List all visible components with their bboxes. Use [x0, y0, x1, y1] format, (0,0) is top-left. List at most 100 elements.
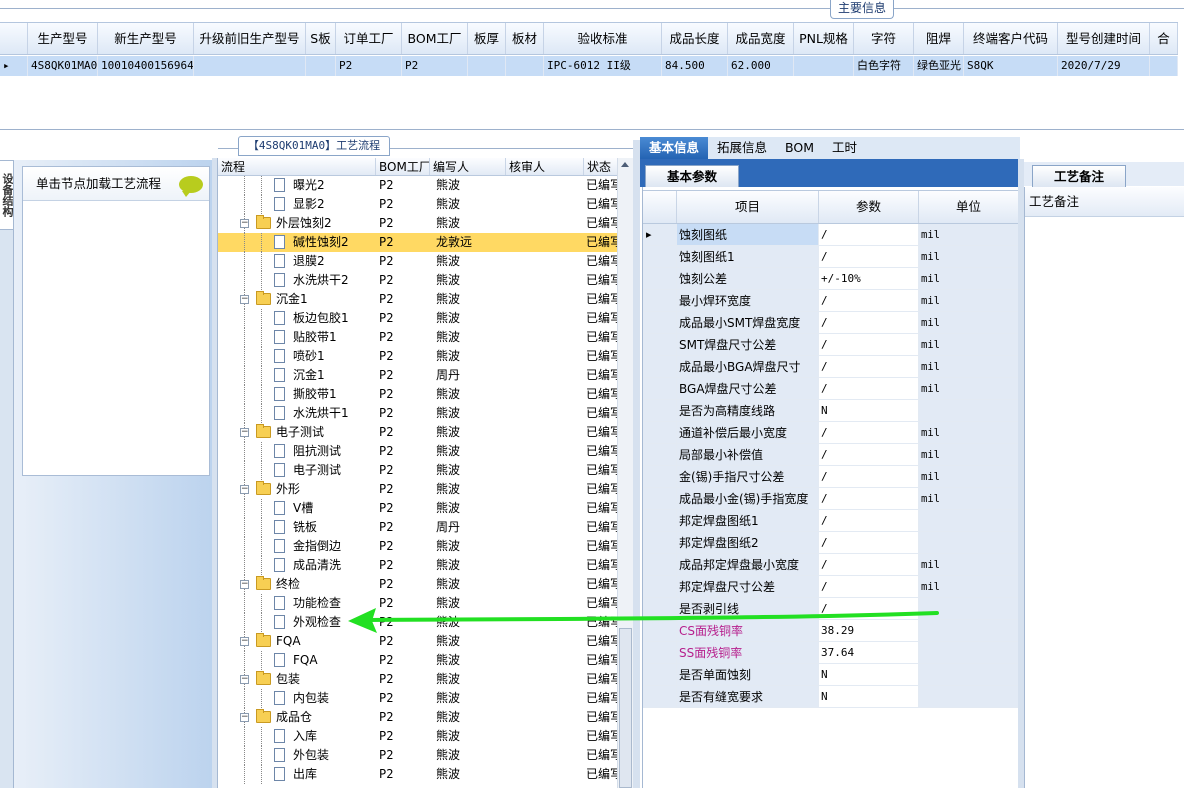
main-cell[interactable]	[306, 56, 336, 76]
tab-process-notes[interactable]: 工艺备注	[1032, 165, 1126, 187]
param-row[interactable]: 成品最小BGA焊盘尺寸 / mil	[643, 356, 1019, 378]
param-value[interactable]: /	[819, 422, 919, 444]
tree-row[interactable]: 撕胶带1 P2 熊波 已编写	[218, 385, 618, 404]
main-col-header[interactable]: 升级前旧生产型号	[194, 23, 306, 54]
main-col-header[interactable]: 订单工厂	[336, 23, 402, 54]
tab-main-info[interactable]: 主要信息	[830, 0, 894, 19]
main-cell[interactable]: 绿色亚光	[914, 56, 964, 76]
tree-row[interactable]: 外包装 P2 熊波 已编写	[218, 746, 618, 765]
param-value[interactable]: /	[819, 466, 919, 488]
param-value[interactable]: /	[819, 334, 919, 356]
tree-node[interactable]: FQA	[218, 651, 376, 670]
main-cell[interactable]: 84.500	[662, 56, 728, 76]
main-cell[interactable]: P2	[336, 56, 402, 76]
hint-header[interactable]: 单击节点加载工艺流程	[23, 167, 209, 201]
main-cell[interactable]: 4S8QK01MA0	[28, 56, 98, 76]
splitter-middle[interactable]	[633, 140, 640, 788]
param-value[interactable]: /	[819, 488, 919, 510]
tree-node[interactable]: 退膜2	[218, 252, 376, 271]
tree-node[interactable]: − 电子测试	[218, 423, 376, 442]
main-cell[interactable]: IPC-6012 II级	[544, 56, 662, 76]
tree-node[interactable]: 喷砂1	[218, 347, 376, 366]
param-value[interactable]: /	[819, 378, 919, 400]
collapse-icon[interactable]: −	[240, 428, 249, 437]
collapse-icon[interactable]: −	[240, 485, 249, 494]
param-row[interactable]: 是否剥引线 /	[643, 598, 1019, 620]
main-col-header[interactable]: BOM工厂	[402, 23, 468, 54]
tree-node[interactable]: 撕胶带1	[218, 385, 376, 404]
tree-row[interactable]: 板边包胶1 P2 熊波 已编写	[218, 309, 618, 328]
tree-row[interactable]: 金指倒边 P2 熊波 已编写	[218, 537, 618, 556]
tree-row[interactable]: − 包装 P2 熊波 已编写	[218, 670, 618, 689]
tree-row[interactable]: 阻抗测试 P2 熊波 已编写	[218, 442, 618, 461]
tree-node[interactable]: − 成品仓	[218, 708, 376, 727]
tree-node[interactable]: − 沉金1	[218, 290, 376, 309]
param-value[interactable]: /	[819, 444, 919, 466]
tree-row[interactable]: 出库 P2 熊波 已编写	[218, 765, 618, 784]
main-col-header[interactable]	[0, 23, 28, 54]
tree-row[interactable]: FQA P2 熊波 已编写	[218, 651, 618, 670]
tree-col-header[interactable]: 流程	[218, 158, 376, 175]
collapse-icon[interactable]: −	[240, 713, 249, 722]
params-col-header[interactable]: 单位	[919, 191, 1019, 223]
detail-tab[interactable]: 拓展信息	[708, 137, 776, 159]
main-cell[interactable]: P2	[402, 56, 468, 76]
main-col-header[interactable]: PNL规格	[794, 23, 854, 54]
tree-node[interactable]: − 包装	[218, 670, 376, 689]
param-row[interactable]: 蚀刻公差 +/-10% mil	[643, 268, 1019, 290]
param-value[interactable]: N	[819, 400, 919, 422]
tree-node[interactable]: 出库	[218, 765, 376, 784]
param-row[interactable]: 成品最小SMT焊盘宽度 / mil	[643, 312, 1019, 334]
param-row[interactable]: 蚀刻图纸1/mil	[643, 246, 1019, 268]
param-row[interactable]: 通道补偿后最小宽度 / mil	[643, 422, 1019, 444]
tree-node[interactable]: 电子测试	[218, 461, 376, 480]
param-row[interactable]: SMT焊盘尺寸公差 / mil	[643, 334, 1019, 356]
tree-node[interactable]: 铣板	[218, 518, 376, 537]
tree-node[interactable]: 水洗烘干1	[218, 404, 376, 423]
tree-row[interactable]: 入库 P2 熊波 已编写	[218, 727, 618, 746]
param-value[interactable]: 38.29	[819, 620, 919, 642]
tree-node[interactable]: 显影2	[218, 195, 376, 214]
param-value[interactable]: /	[819, 532, 919, 554]
main-cell[interactable]	[1150, 56, 1178, 76]
main-cell[interactable]: 2020/7/29	[1058, 56, 1150, 76]
tree-row[interactable]: 曝光2 P2 熊波 已编写	[218, 176, 618, 195]
tree-node[interactable]: 水洗烘干2	[218, 271, 376, 290]
tree-node[interactable]: 贴胶带1	[218, 328, 376, 347]
param-value[interactable]: N	[819, 664, 919, 686]
tree-row[interactable]: 显影2 P2 熊波 已编写	[218, 195, 618, 214]
collapse-icon[interactable]: −	[240, 295, 249, 304]
tree-node[interactable]: 功能检查	[218, 594, 376, 613]
param-row[interactable]: 是否有缝宽要求 N	[643, 686, 1019, 708]
param-value[interactable]: +/-10%	[819, 268, 919, 290]
tree-row[interactable]: − 沉金1 P2 熊波 已编写	[218, 290, 618, 309]
tree-row[interactable]: 成品清洗 P2 熊波 已编写	[218, 556, 618, 575]
detail-tab[interactable]: 基本信息	[640, 137, 709, 159]
param-row[interactable]: SS面残铜率 37.64	[643, 642, 1019, 664]
main-col-header[interactable]: 新生产型号	[98, 23, 194, 54]
tree-row[interactable]: − FQA P2 熊波 已编写	[218, 632, 618, 651]
param-value[interactable]: /	[819, 224, 919, 246]
detail-tab[interactable]: 工时	[823, 137, 866, 159]
param-row[interactable]: 是否为高精度线路 N	[643, 400, 1019, 422]
param-row[interactable]: 是否单面蚀刻 N	[643, 664, 1019, 686]
main-cell[interactable]	[194, 56, 306, 76]
tree-row[interactable]: V槽 P2 熊波 已编写	[218, 499, 618, 518]
param-row[interactable]: 局部最小补偿值 / mil	[643, 444, 1019, 466]
main-cell[interactable]: S8QK	[964, 56, 1058, 76]
tree-node[interactable]: V槽	[218, 499, 376, 518]
tree-col-header[interactable]: BOM工厂	[376, 158, 430, 175]
tree-node[interactable]: 外观检查	[218, 613, 376, 632]
main-col-header[interactable]: 字符	[854, 23, 914, 54]
main-col-header[interactable]: 合	[1150, 23, 1178, 54]
tree-row[interactable]: 铣板 P2 周丹 已编写	[218, 518, 618, 537]
main-col-header[interactable]: 板厚	[468, 23, 506, 54]
tree-node[interactable]: 曝光2	[218, 176, 376, 195]
param-row[interactable]: 邦定焊盘尺寸公差 / mil	[643, 576, 1019, 598]
tree-node[interactable]: − FQA	[218, 632, 376, 651]
tree-node[interactable]: − 终检	[218, 575, 376, 594]
tree-row[interactable]: 贴胶带1 P2 熊波 已编写	[218, 328, 618, 347]
tree-row[interactable]: − 成品仓 P2 熊波 已编写	[218, 708, 618, 727]
tree-row[interactable]: 水洗烘干2 P2 熊波 已编写	[218, 271, 618, 290]
main-col-header[interactable]: 生产型号	[28, 23, 98, 54]
